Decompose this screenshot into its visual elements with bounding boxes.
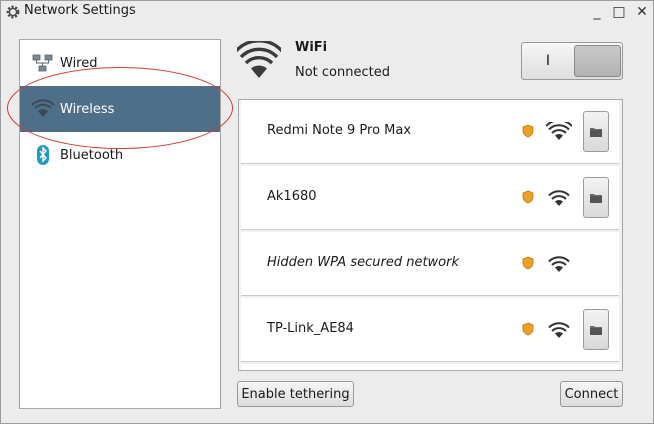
- network-row[interactable]: TP-Link_AE84: [241, 298, 619, 362]
- wifi-status-icon: [237, 41, 281, 78]
- close-button[interactable]: ✕: [634, 4, 650, 20]
- connection-status: Not connected: [295, 65, 390, 80]
- network-settings-button[interactable]: [583, 177, 609, 218]
- sidebar-item-label: Wireless: [60, 101, 115, 117]
- network-settings-button[interactable]: [583, 111, 609, 152]
- wifi-signal-icon: [548, 322, 570, 338]
- sidebar-item-bluetooth[interactable]: Bluetooth: [20, 132, 220, 178]
- toggle-knob[interactable]: [574, 45, 621, 77]
- network-name: Redmi Note 9 Pro Max: [267, 123, 412, 138]
- network-row[interactable]: Hidden WPA secured network: [241, 232, 619, 296]
- gear-icon: [6, 5, 20, 19]
- enable-tethering-button[interactable]: Enable tethering: [237, 381, 354, 407]
- window-title: Network Settings: [24, 3, 136, 18]
- sidebar-item-wired[interactable]: Wired: [20, 40, 220, 86]
- wifi-power-toggle[interactable]: I: [521, 42, 623, 80]
- network-name: Ak1680: [267, 189, 317, 204]
- wifi-signal-icon: [548, 190, 570, 206]
- wifi-title: WiFi: [295, 40, 328, 55]
- network-name: TP-Link_AE84: [267, 321, 354, 336]
- sidebar-item-label: Wired: [60, 55, 98, 71]
- network-settings-button[interactable]: [583, 309, 609, 350]
- shield-icon: [522, 190, 534, 204]
- sidebar-item-wireless[interactable]: Wireless: [20, 86, 220, 132]
- wifi-signal-icon: [546, 122, 572, 140]
- maximize-button[interactable]: □: [611, 4, 627, 20]
- connect-button[interactable]: Connect: [560, 381, 623, 407]
- network-row[interactable]: Ak1680: [241, 166, 619, 230]
- network-name: Hidden WPA secured network: [267, 255, 460, 270]
- folder-icon: [590, 127, 602, 137]
- bluetooth-icon: [37, 145, 49, 165]
- wifi-signal-icon: [548, 256, 570, 272]
- network-list[interactable]: Redmi Note 9 Pro Max Ak1680 Hidden WPA s…: [238, 99, 623, 371]
- wifi-icon: [31, 99, 55, 117]
- toggle-on-label: I: [545, 53, 551, 69]
- folder-icon: [590, 325, 602, 335]
- connection-type-sidebar: Wired Wireless Bluetooth: [19, 39, 221, 409]
- network-row[interactable]: Redmi Note 9 Pro Max: [241, 100, 619, 164]
- minimize-button[interactable]: _: [589, 4, 605, 20]
- shield-icon: [522, 322, 534, 336]
- network-settings-window: Network Settings _ □ ✕ Wired Wireless Bl…: [0, 0, 654, 424]
- network-row[interactable]: [241, 364, 619, 370]
- folder-icon: [590, 193, 602, 203]
- shield-icon: [522, 124, 534, 138]
- wired-network-icon: [32, 54, 53, 72]
- shield-icon: [522, 256, 534, 270]
- sidebar-item-label: Bluetooth: [60, 147, 124, 163]
- title-bar: Network Settings _ □ ✕: [1, 1, 653, 23]
